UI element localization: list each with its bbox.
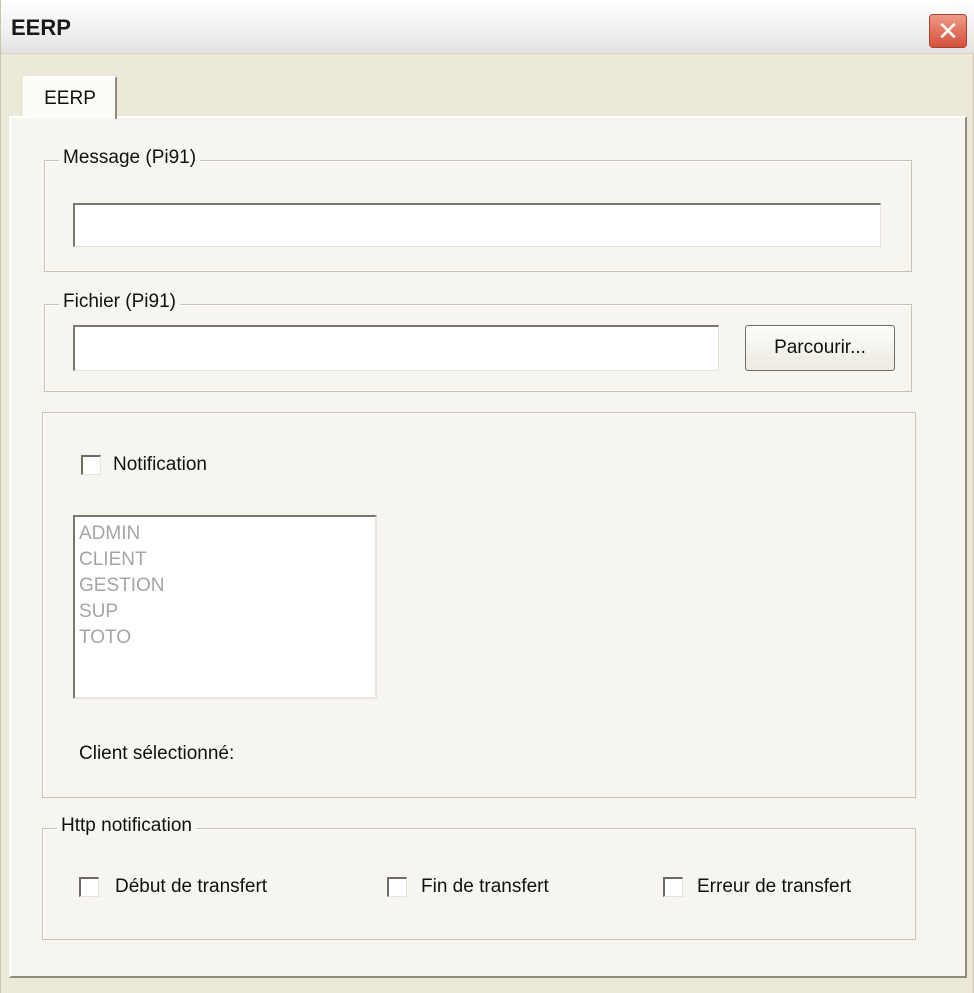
http-notification-group-label: Http notification xyxy=(57,815,196,837)
selected-client-label: Client sélectionné: xyxy=(79,743,235,764)
file-group-label: Fichier (Pi91) xyxy=(59,291,180,313)
client-listbox[interactable]: ADMIN CLIENT GESTION SUP TOTO xyxy=(73,515,377,699)
transfer-error-checkbox[interactable] xyxy=(663,877,683,897)
tab-label: EERP xyxy=(44,87,96,109)
http-notification-group: Http notification Début de transfert Fin… xyxy=(42,815,916,940)
list-item[interactable]: ADMIN xyxy=(79,521,375,547)
browse-button-label: Parcourir... xyxy=(774,337,866,358)
message-input[interactable] xyxy=(73,203,881,247)
notification-checkbox[interactable] xyxy=(81,455,101,475)
file-group: Fichier (Pi91) Parcourir... xyxy=(44,291,912,392)
browse-button[interactable]: Parcourir... xyxy=(745,325,895,371)
list-item[interactable]: CLIENT xyxy=(79,547,375,573)
dialog-window: EERP ✕ EERP Message (Pi91) Fichier (Pi91… xyxy=(0,0,974,993)
notification-checkbox-label[interactable]: Notification xyxy=(113,454,207,476)
transfer-start-label[interactable]: Début de transfert xyxy=(115,876,267,898)
close-icon: ✕ xyxy=(937,16,959,46)
file-path-input[interactable] xyxy=(73,325,719,371)
tab-panel-eerp: Message (Pi91) Fichier (Pi91) Parcourir.… xyxy=(9,116,967,978)
transfer-error-label[interactable]: Erreur de transfert xyxy=(697,876,851,898)
message-group: Message (Pi91) xyxy=(44,147,912,272)
transfer-end-label[interactable]: Fin de transfert xyxy=(421,876,549,898)
notification-group: Notification ADMIN CLIENT GESTION SUP TO… xyxy=(42,412,916,798)
transfer-start-checkbox[interactable] xyxy=(79,877,99,897)
window-title: EERP xyxy=(11,15,71,40)
list-item[interactable]: SUP xyxy=(79,599,375,625)
close-button[interactable]: ✕ xyxy=(929,14,967,48)
list-item[interactable]: GESTION xyxy=(79,573,375,599)
title-bar[interactable]: EERP ✕ xyxy=(1,0,974,54)
transfer-end-checkbox[interactable] xyxy=(387,877,407,897)
tab-eerp[interactable]: EERP xyxy=(23,76,117,119)
list-item[interactable]: TOTO xyxy=(79,625,375,651)
message-group-label: Message (Pi91) xyxy=(59,147,201,169)
